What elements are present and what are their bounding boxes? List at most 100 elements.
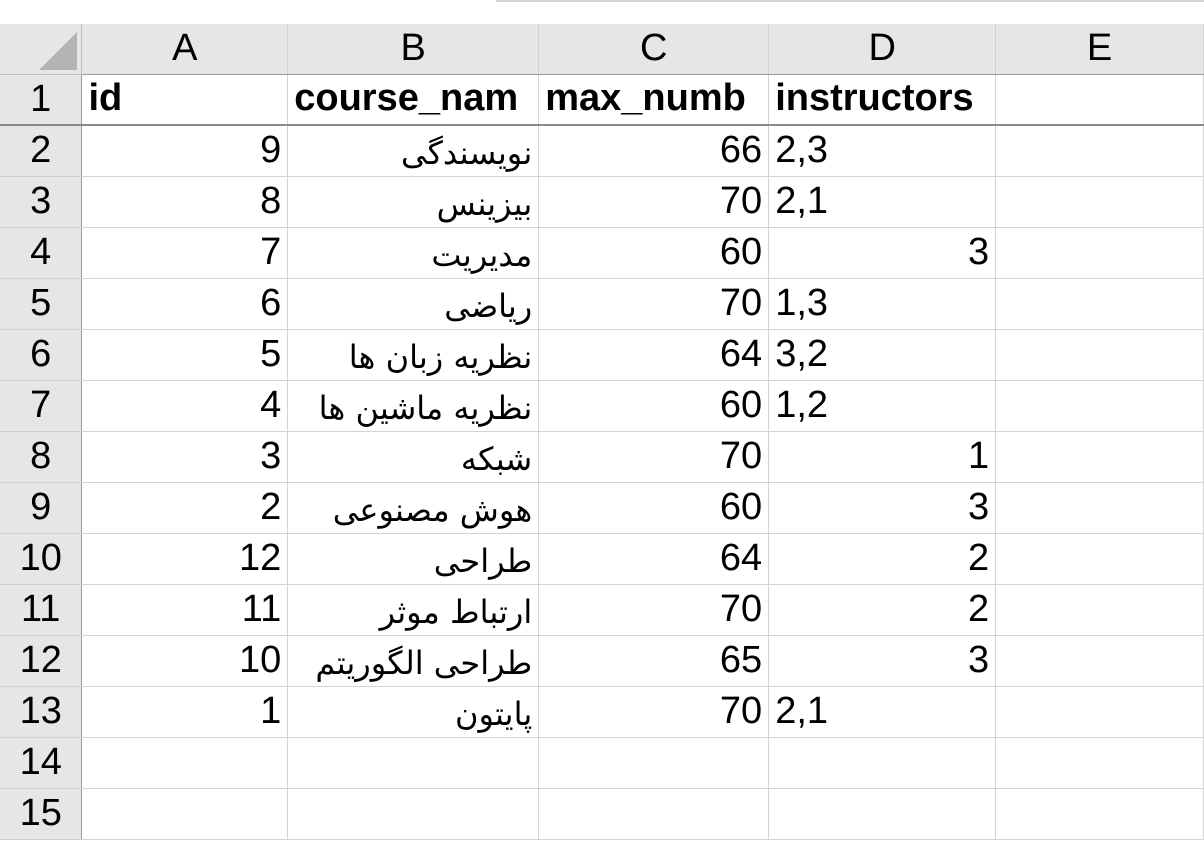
cell-id[interactable]: 6 bbox=[81, 278, 289, 330]
row-header[interactable]: 6 bbox=[0, 329, 83, 381]
cell-max-number[interactable]: 66 bbox=[538, 125, 770, 177]
cell-id[interactable]: 5 bbox=[81, 329, 289, 381]
cell-instructors[interactable]: 3 bbox=[768, 482, 997, 534]
cell-empty[interactable] bbox=[995, 380, 1204, 432]
cell-course-name[interactable]: ریاضی bbox=[287, 278, 540, 330]
column-header-b[interactable]: B bbox=[287, 24, 540, 75]
row-header[interactable]: 8 bbox=[0, 431, 83, 483]
select-all-button[interactable] bbox=[0, 24, 83, 75]
cell-id[interactable]: 4 bbox=[81, 380, 289, 432]
cell-instructors[interactable]: 3,2 bbox=[768, 329, 997, 381]
row-header[interactable]: 12 bbox=[0, 635, 83, 687]
cell-max-number[interactable]: 70 bbox=[538, 176, 770, 228]
column-header-row: A B C D E bbox=[0, 24, 1204, 75]
row-header[interactable]: 3 bbox=[0, 176, 83, 228]
row-header[interactable]: 7 bbox=[0, 380, 83, 432]
cell-empty[interactable] bbox=[995, 635, 1204, 687]
cell-empty[interactable] bbox=[538, 737, 770, 789]
cell-empty[interactable] bbox=[768, 737, 997, 789]
cell-header-instructors[interactable]: instructors bbox=[768, 74, 997, 126]
row-header[interactable]: 4 bbox=[0, 227, 83, 279]
cell-course-name[interactable]: طراحی الگوریتم bbox=[287, 635, 540, 687]
cell-instructors[interactable]: 2 bbox=[768, 533, 997, 585]
row-header[interactable]: 14 bbox=[0, 737, 83, 789]
cell-max-number[interactable]: 70 bbox=[538, 431, 770, 483]
row-header[interactable]: 2 bbox=[0, 125, 83, 177]
cell-course-name[interactable]: نویسندگی bbox=[287, 125, 540, 177]
cell-id[interactable]: 10 bbox=[81, 635, 289, 687]
cell-id[interactable]: 2 bbox=[81, 482, 289, 534]
column-header-c[interactable]: C bbox=[538, 24, 770, 75]
cell-course-name[interactable]: هوش مصنوعی bbox=[287, 482, 540, 534]
row-header[interactable]: 15 bbox=[0, 788, 83, 840]
cell-empty[interactable] bbox=[995, 278, 1204, 330]
row-header[interactable]: 10 bbox=[0, 533, 83, 585]
cell-max-number[interactable]: 60 bbox=[538, 482, 770, 534]
cell-empty[interactable] bbox=[538, 788, 770, 840]
cell-max-number[interactable]: 64 bbox=[538, 329, 770, 381]
cell-empty[interactable] bbox=[995, 431, 1204, 483]
cell-empty[interactable] bbox=[995, 482, 1204, 534]
column-header-a[interactable]: A bbox=[81, 24, 289, 75]
cell-id[interactable]: 12 bbox=[81, 533, 289, 585]
cell-instructors[interactable]: 2,3 bbox=[768, 125, 997, 177]
cell-course-name[interactable]: نظریه ماشین ها bbox=[287, 380, 540, 432]
cell-id[interactable]: 11 bbox=[81, 584, 289, 636]
cell-header-course-name[interactable]: course_nam bbox=[287, 74, 540, 126]
row-header[interactable]: 11 bbox=[0, 584, 83, 636]
row-header[interactable]: 1 bbox=[0, 74, 83, 126]
cell-max-number[interactable]: 70 bbox=[538, 686, 770, 738]
row-header[interactable]: 13 bbox=[0, 686, 83, 738]
cell-instructors[interactable]: 2,1 bbox=[768, 176, 997, 228]
cell-instructors[interactable]: 1,2 bbox=[768, 380, 997, 432]
cell-empty[interactable] bbox=[81, 788, 289, 840]
column-header-e[interactable]: E bbox=[995, 24, 1204, 75]
cell-max-number[interactable]: 64 bbox=[538, 533, 770, 585]
cell-id[interactable]: 9 bbox=[81, 125, 289, 177]
cell-max-number[interactable]: 70 bbox=[538, 278, 770, 330]
cell-id[interactable]: 8 bbox=[81, 176, 289, 228]
cell-instructors[interactable]: 1 bbox=[768, 431, 997, 483]
cell-max-number[interactable]: 65 bbox=[538, 635, 770, 687]
cell-id[interactable]: 1 bbox=[81, 686, 289, 738]
row-header[interactable]: 9 bbox=[0, 482, 83, 534]
cell-header-max-number[interactable]: max_numb bbox=[538, 74, 770, 126]
cell-empty[interactable] bbox=[995, 533, 1204, 585]
cell-empty[interactable] bbox=[995, 74, 1204, 126]
column-header-d[interactable]: D bbox=[768, 24, 997, 75]
cell-empty[interactable] bbox=[768, 788, 997, 840]
cell-empty[interactable] bbox=[995, 737, 1204, 789]
row-header[interactable]: 5 bbox=[0, 278, 83, 330]
cell-course-name[interactable]: نظریه زبان ها bbox=[287, 329, 540, 381]
cell-course-name[interactable]: بیزینس bbox=[287, 176, 540, 228]
cell-empty[interactable] bbox=[995, 176, 1204, 228]
cell-instructors[interactable]: 3 bbox=[768, 227, 997, 279]
cell-header-id[interactable]: id bbox=[81, 74, 289, 126]
table-row: 6 5 نظریه زبان ها 64 3,2 bbox=[0, 329, 1204, 381]
cell-empty[interactable] bbox=[995, 329, 1204, 381]
toolbar-divider bbox=[496, 0, 1204, 2]
cell-instructors[interactable]: 2 bbox=[768, 584, 997, 636]
cell-id[interactable]: 7 bbox=[81, 227, 289, 279]
cell-max-number[interactable]: 60 bbox=[538, 380, 770, 432]
cell-course-name[interactable]: ارتباط موثر bbox=[287, 584, 540, 636]
cell-course-name[interactable]: پایتون bbox=[287, 686, 540, 738]
cell-max-number[interactable]: 60 bbox=[538, 227, 770, 279]
cell-empty[interactable] bbox=[287, 737, 540, 789]
cell-instructors[interactable]: 2,1 bbox=[768, 686, 997, 738]
cell-empty[interactable] bbox=[995, 125, 1204, 177]
cell-empty[interactable] bbox=[995, 584, 1204, 636]
cell-empty[interactable] bbox=[81, 737, 289, 789]
cell-course-name[interactable]: طراحی bbox=[287, 533, 540, 585]
cell-course-name[interactable]: مدیریت bbox=[287, 227, 540, 279]
cell-empty[interactable] bbox=[995, 227, 1204, 279]
table-row: 3 8 بیزینس 70 2,1 bbox=[0, 176, 1204, 228]
cell-course-name[interactable]: شبکه bbox=[287, 431, 540, 483]
cell-instructors[interactable]: 1,3 bbox=[768, 278, 997, 330]
cell-instructors[interactable]: 3 bbox=[768, 635, 997, 687]
cell-max-number[interactable]: 70 bbox=[538, 584, 770, 636]
cell-empty[interactable] bbox=[995, 686, 1204, 738]
cell-empty[interactable] bbox=[287, 788, 540, 840]
cell-empty[interactable] bbox=[995, 788, 1204, 840]
cell-id[interactable]: 3 bbox=[81, 431, 289, 483]
